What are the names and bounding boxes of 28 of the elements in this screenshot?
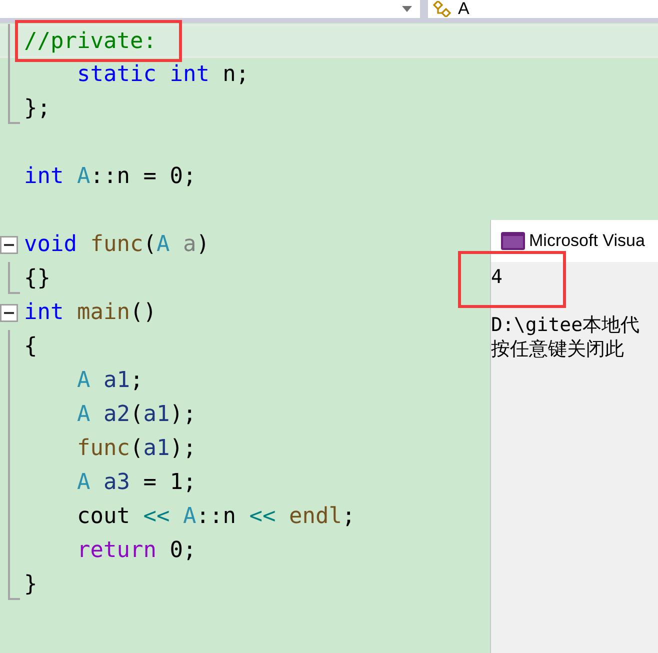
- fold-end-line: [8, 92, 20, 124]
- collapse-icon[interactable]: [0, 304, 18, 322]
- console-message: 按任意键关闭此: [491, 338, 624, 360]
- code-line: {: [24, 333, 38, 361]
- code-line: A a3 = 1;: [76, 469, 196, 497]
- console-message: D:\gitee本地代: [491, 314, 640, 336]
- code-line: static int n;: [76, 61, 250, 89]
- code-line: A a1;: [76, 367, 144, 395]
- collapse-icon[interactable]: [0, 236, 18, 254]
- caret-icon: [402, 6, 412, 12]
- code-line: A a2(a1);: [76, 401, 196, 429]
- member-dropdown[interactable]: A: [428, 0, 470, 18]
- console-output: 4: [491, 266, 502, 288]
- code-line: }: [24, 571, 38, 599]
- fold-end-line: [8, 568, 20, 600]
- code-line: //private:: [24, 28, 156, 56]
- code-line: cout << A::n << endl;: [76, 503, 356, 531]
- window-title: Microsoft Visua: [529, 231, 645, 251]
- code-line: };: [24, 95, 50, 123]
- code-line: void func(A a): [24, 231, 210, 259]
- code-line: {}: [24, 265, 50, 293]
- code-line: return 0;: [76, 537, 196, 565]
- code-line: int A::n = 0;: [24, 163, 196, 191]
- class-icon: [432, 1, 454, 17]
- fold-end-line: [8, 262, 20, 294]
- console-app-icon: [501, 232, 525, 250]
- code-line: int main(): [24, 299, 156, 327]
- code-line: func(a1);: [76, 435, 196, 463]
